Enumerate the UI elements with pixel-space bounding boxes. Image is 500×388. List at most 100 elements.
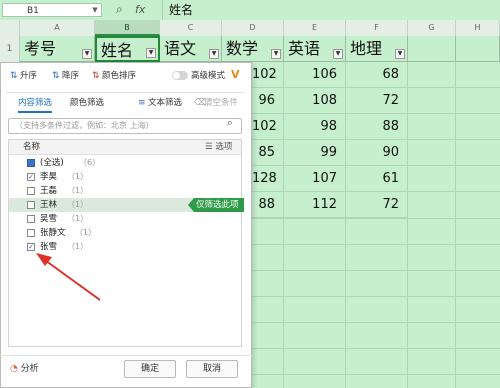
search-icon[interactable]: ⌕ [227, 116, 233, 130]
chevron-down-icon[interactable]: ▼ [90, 3, 100, 17]
text-filter-button[interactable]: ≡ 文本筛选 [138, 97, 182, 109]
cell-e[interactable]: 108 [284, 88, 346, 114]
vip-icon[interactable]: V [231, 68, 240, 81]
checkbox-partial[interactable] [27, 159, 35, 167]
sort-descending-button[interactable]: ⇅ 降序 [52, 70, 79, 82]
cell-e[interactable]: 99 [284, 140, 346, 166]
tab-color-filter[interactable]: 颜色筛选 [70, 97, 104, 109]
cell-f[interactable]: 68 [346, 62, 408, 88]
select-all-corner[interactable] [0, 20, 20, 36]
gridline [408, 165, 500, 166]
divider [6, 92, 244, 93]
filter-dropdown-icon[interactable]: ▼ [82, 49, 92, 59]
column-header-bar: A B C D E F G H [0, 20, 500, 37]
list-item[interactable]: 王磊 （1） [9, 184, 241, 198]
only-filter-this-button[interactable]: 仅筛选此项 [188, 198, 244, 212]
filter-dropdown-icon[interactable]: ▼ [146, 48, 156, 58]
sort-ascending-button[interactable]: ⇅ 升序 [10, 70, 37, 82]
search-input[interactable]: （支持多条件过滤，例如：北京 上海） [8, 118, 242, 134]
fx-label[interactable]: fx [135, 3, 145, 16]
cell-e[interactable]: 112 [284, 192, 346, 218]
gridline [252, 296, 500, 297]
cell-f[interactable]: 88 [346, 114, 408, 140]
checkbox[interactable] [27, 229, 35, 237]
checkbox[interactable] [27, 187, 35, 195]
filter-dropdown-icon[interactable]: ▼ [271, 49, 281, 59]
header-cell-xingming[interactable]: 姓名 ▼ [95, 36, 160, 62]
gridline [252, 374, 500, 375]
sort-desc-label: 降序 [62, 71, 80, 81]
item-name: 王磊 [40, 186, 58, 196]
cell-d[interactable]: 88 [252, 192, 284, 218]
advanced-mode-toggle[interactable] [172, 71, 188, 80]
cell-f[interactable]: 90 [346, 140, 408, 166]
gridline [408, 113, 500, 114]
column-header-g[interactable]: G [408, 20, 456, 36]
filter-dropdown-icon[interactable]: ▼ [209, 49, 219, 59]
cell-e[interactable]: 107 [284, 166, 346, 192]
clear-condition-button[interactable]: ⌫清空条件 [194, 97, 238, 109]
list-item[interactable]: 张静文 （1） [9, 226, 241, 240]
filter-dropdown-icon[interactable]: ▼ [395, 49, 405, 59]
cell-d[interactable]: 102 [252, 62, 284, 88]
gridline [283, 218, 284, 388]
column-header-d[interactable]: D [222, 20, 284, 36]
tab-content-filter[interactable]: 内容筛选 [18, 97, 53, 113]
header-label: 数学 [226, 39, 259, 58]
list-header-label: 名称 [23, 142, 41, 152]
clear-condition-label: 清空条件 [204, 98, 239, 108]
column-header-f[interactable]: F [346, 20, 408, 36]
empty-cell[interactable] [408, 36, 456, 62]
item-name: 张静文 [40, 228, 66, 238]
column-header-b[interactable]: B [95, 20, 160, 36]
cell-f[interactable]: 72 [346, 192, 408, 218]
item-count: （1） [67, 200, 89, 209]
cell-d[interactable]: 102 [252, 114, 284, 140]
header-cell-yingyu[interactable]: 英语 ▼ [284, 36, 346, 62]
formula-input[interactable]: 姓名 [162, 0, 500, 20]
cell-f[interactable]: 61 [346, 166, 408, 192]
cell-d[interactable]: 85 [252, 140, 284, 166]
item-name: 李昊 [40, 172, 58, 182]
item-count: （1） [67, 214, 89, 223]
header-cell-shuxue[interactable]: 数学 ▼ [222, 36, 284, 62]
header-label: 考号 [24, 39, 57, 58]
checkbox-checked[interactable]: ✓ [27, 173, 35, 181]
advanced-mode-label[interactable]: 高级模式 [191, 70, 225, 82]
list-item[interactable]: ✓ 张雪 （1） [9, 240, 241, 254]
cell-d[interactable]: 128 [252, 166, 284, 192]
toggle-knob [173, 72, 180, 79]
column-header-c[interactable]: C [160, 20, 222, 36]
analyze-button[interactable]: ◔ 分析 [10, 362, 39, 376]
checkbox[interactable] [27, 215, 35, 223]
cell-e[interactable]: 106 [284, 62, 346, 88]
empty-cell[interactable] [456, 36, 500, 62]
header-cell-yuwen[interactable]: 语文 ▼ [160, 36, 222, 62]
list-item[interactable]: 吴雪 （1） [9, 212, 241, 226]
checkbox[interactable] [27, 201, 35, 209]
header-cell-kaohao[interactable]: 考号 ▼ [20, 36, 95, 62]
column-header-e[interactable]: E [284, 20, 346, 36]
sort-by-color-button[interactable]: ⇅ 颜色排序 [92, 70, 136, 82]
item-count: （1） [67, 186, 89, 195]
name-box[interactable]: B1 [2, 3, 102, 17]
cancel-button[interactable]: 取消 [186, 360, 238, 378]
gridline [252, 218, 500, 219]
row-header-1[interactable]: 1 [0, 36, 20, 62]
filter-dropdown-icon[interactable]: ▼ [333, 49, 343, 59]
checkbox-checked[interactable]: ✓ [27, 243, 35, 251]
cell-d[interactable]: 96 [252, 88, 284, 114]
options-button[interactable]: ☰ 选项 [205, 141, 232, 153]
column-header-a[interactable]: A [20, 20, 95, 36]
header-cell-dili[interactable]: 地理 ▼ [346, 36, 408, 62]
cell-e[interactable]: 98 [284, 114, 346, 140]
list-item-select-all[interactable]: (全选) （6） [9, 156, 241, 170]
item-count: （6） [79, 158, 101, 167]
cell-f[interactable]: 72 [346, 88, 408, 114]
header-label: 语文 [164, 39, 197, 58]
list-item[interactable]: ✓ 李昊 （1） [9, 170, 241, 184]
zoom-icon[interactable]: ⌕ [116, 2, 123, 17]
column-header-h[interactable]: H [456, 20, 500, 36]
ok-button[interactable]: 确定 [124, 360, 176, 378]
analyze-label: 分析 [20, 364, 39, 374]
